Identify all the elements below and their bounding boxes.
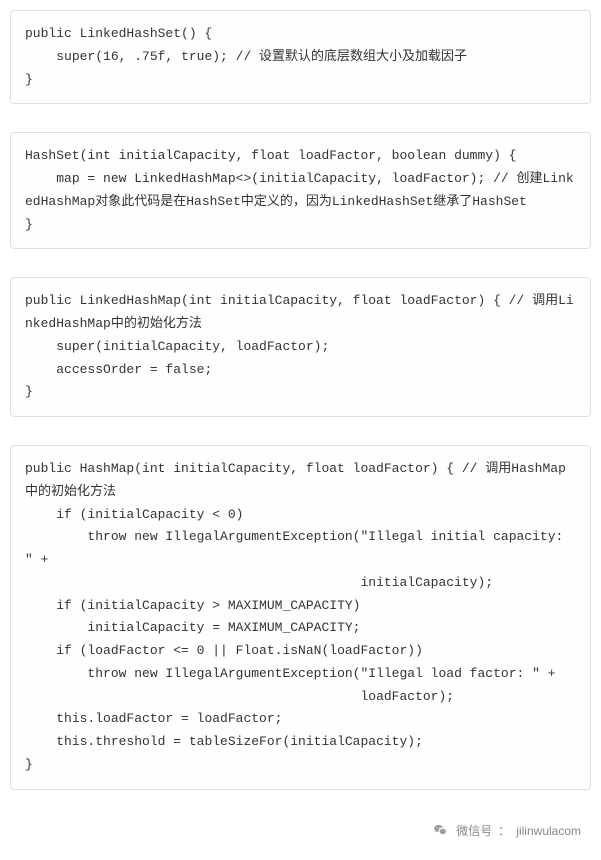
code-block-4: public HashMap(int initialCapacity, floa… <box>10 445 591 790</box>
footer-label: 微信号 <box>456 822 492 839</box>
code-block-3: public LinkedHashMap(int initialCapacity… <box>10 277 591 417</box>
footer-separator: ： <box>498 822 510 839</box>
footer-value: jilinwulacom <box>516 824 581 838</box>
code-block-2: HashSet(int initialCapacity, float loadF… <box>10 132 591 249</box>
code-block-1: public LinkedHashSet() { super(16, .75f,… <box>10 10 591 104</box>
footer: 微信号 ： jilinwulacom <box>10 818 591 850</box>
